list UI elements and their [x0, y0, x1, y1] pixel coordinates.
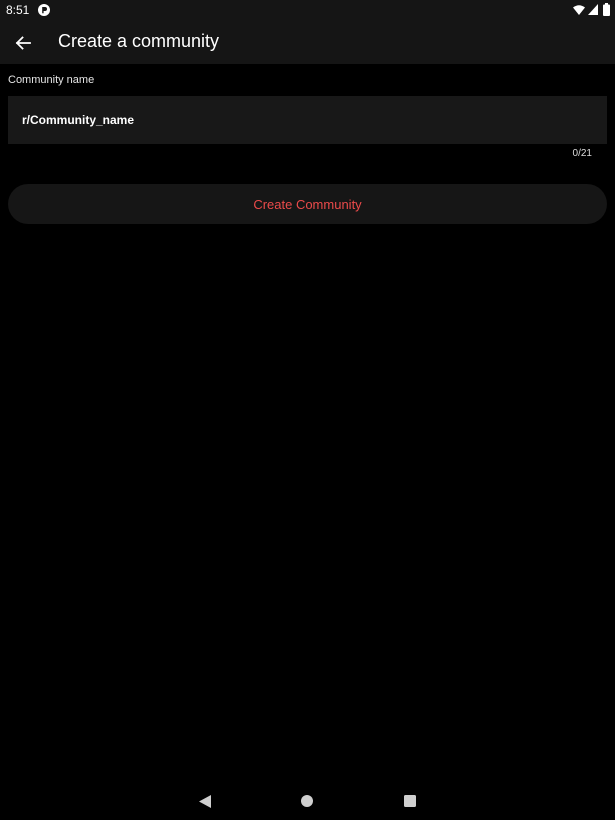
battery-icon: [603, 3, 610, 16]
notification-icon: [38, 4, 50, 16]
system-nav-bar: [0, 784, 615, 820]
status-time: 8:51: [6, 3, 30, 17]
create-community-label: Create Community: [253, 196, 362, 212]
character-counter: 0/21: [572, 148, 592, 159]
nav-home-icon[interactable]: [301, 795, 313, 807]
page-title: Create a community: [58, 31, 220, 51]
signal-icon: [588, 4, 598, 15]
community-name-input[interactable]: [8, 96, 607, 144]
community-name-field: [8, 96, 607, 144]
nav-back-icon[interactable]: [199, 795, 211, 808]
wifi-icon: [573, 5, 585, 15]
back-button[interactable]: [8, 28, 38, 58]
app-bar: Create a community: [0, 22, 615, 64]
community-name-label: Community name: [8, 74, 95, 86]
arrow-back-icon: [15, 36, 31, 50]
nav-recents-icon[interactable]: [404, 795, 416, 807]
status-bar: 8:51: [0, 0, 615, 22]
create-community-button[interactable]: Create Community: [8, 184, 607, 224]
